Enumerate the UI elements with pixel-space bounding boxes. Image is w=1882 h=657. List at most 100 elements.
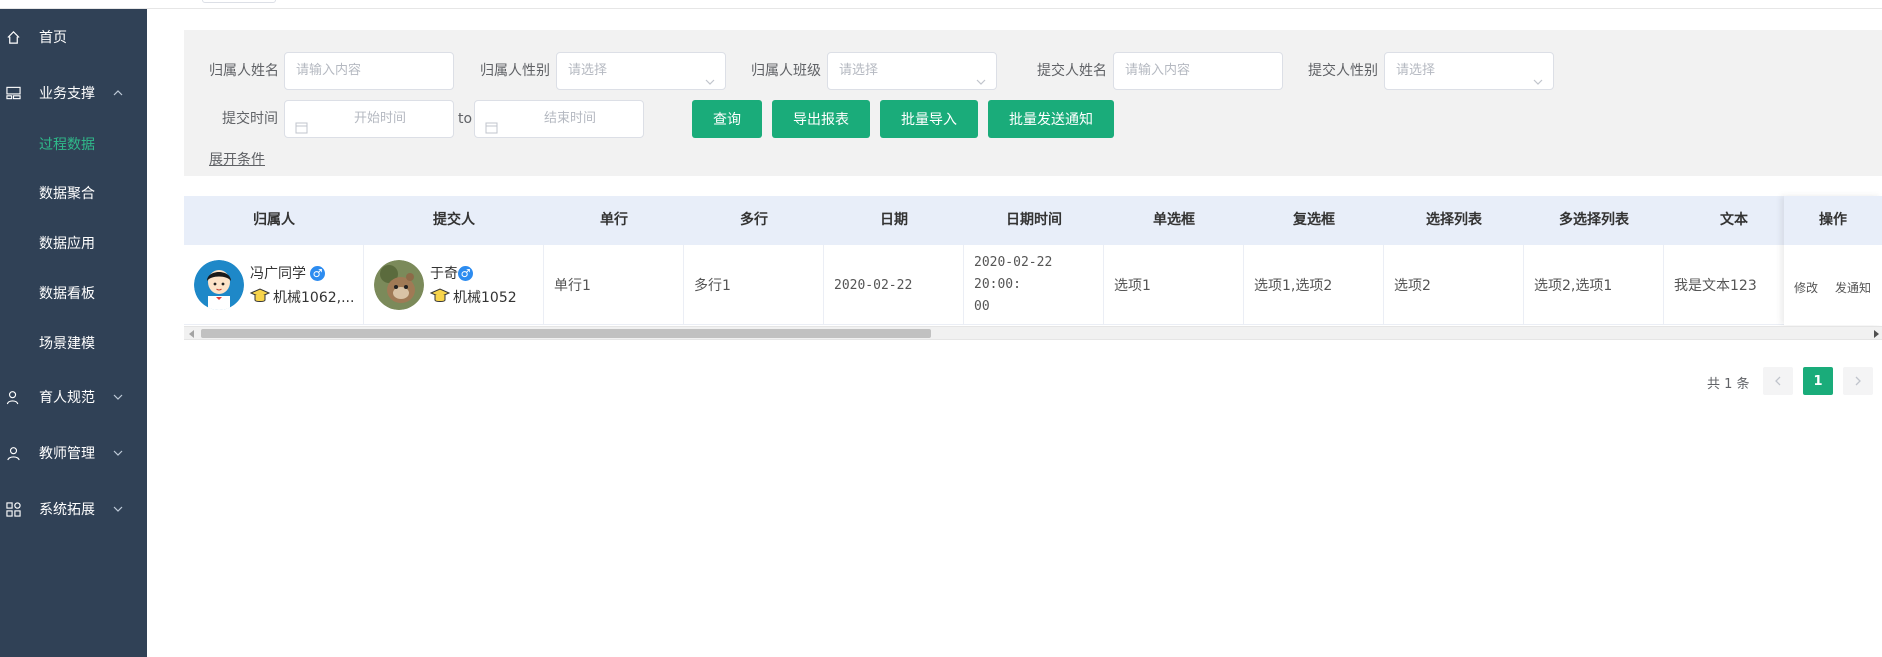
- chevron-down-icon: [113, 392, 123, 402]
- end-time-placeholder: 结束时间: [543, 111, 596, 126]
- owner-class-select[interactable]: 请选择: [827, 52, 997, 90]
- submitter-name: 于奇: [430, 266, 458, 282]
- column-header[interactable]: 多选择列表: [1524, 196, 1664, 245]
- datetime-line: 2020-02-22 20:00:: [974, 255, 1053, 292]
- column-header[interactable]: 多行: [684, 196, 824, 245]
- end-time-input[interactable]: 结束时间: [474, 100, 644, 138]
- submitter-cell: 于奇 ♂ 机械1052: [364, 245, 544, 325]
- column-header[interactable]: 复选框: [1244, 196, 1384, 245]
- column-header[interactable]: 文本: [1664, 196, 1804, 245]
- sidebar-item-label: 业务支撑: [39, 86, 95, 102]
- sidebar-item-label: 教师管理: [39, 446, 95, 462]
- to-label: to: [458, 111, 473, 127]
- male-icon: ♂: [310, 266, 325, 281]
- home-icon: [2, 30, 24, 45]
- operation-column: 操作 修改 发通知: [1784, 196, 1882, 325]
- owner-name: 冯广同学: [250, 266, 306, 282]
- owner-cell: 冯广同学 ♂ 机械1062,...: [184, 245, 364, 325]
- sidebar-item-teacher[interactable]: 教师管理: [0, 428, 147, 478]
- chevron-down-icon: [976, 66, 986, 85]
- send-notify-link[interactable]: 发通知: [1835, 279, 1871, 296]
- owner-gender-select[interactable]: 请选择: [556, 52, 726, 90]
- export-report-button[interactable]: 导出报表: [772, 100, 870, 138]
- sidebar-item-education[interactable]: 育人规范: [0, 372, 147, 422]
- cell-select: 选项2: [1384, 245, 1524, 325]
- male-icon: ♂: [458, 266, 473, 281]
- chevron-down-icon: [705, 66, 715, 85]
- top-tab-strip: [0, 0, 1882, 9]
- sidebar-subitem-process-data[interactable]: 过程数据: [0, 119, 147, 169]
- scroll-left-arrow-icon[interactable]: [189, 330, 194, 338]
- owner-gender-placeholder: 请选择: [568, 63, 608, 78]
- owner-name-input[interactable]: 请输入内容: [284, 52, 454, 90]
- scroll-right-arrow-icon[interactable]: [1874, 330, 1879, 338]
- edit-link[interactable]: 修改: [1794, 279, 1818, 296]
- table-header: 归属人 提交人 单行 多行 日期 日期时间 单选框 复选框 选择列表 多选择列表…: [184, 196, 1882, 245]
- cell-datetime: 2020-02-22 20:00: 00: [964, 245, 1104, 325]
- apps-icon: [2, 501, 24, 517]
- dashboard-icon: [2, 86, 24, 100]
- chevron-down-icon: [113, 448, 123, 458]
- horizontal-scrollbar[interactable]: [184, 326, 1882, 340]
- query-button[interactable]: 查询: [692, 100, 762, 138]
- cell-checkbox: 选项1,选项2: [1244, 245, 1384, 325]
- datetime-line: 00: [974, 299, 990, 314]
- submitter-name-label: 提交人姓名: [1037, 63, 1107, 79]
- cell-date: 2020-02-22: [824, 245, 964, 325]
- column-header[interactable]: 选择列表: [1384, 196, 1524, 245]
- sidebar-item-label: 首页: [39, 30, 67, 46]
- chevron-down-icon: [1533, 66, 1543, 85]
- sidebar-item-business[interactable]: 业务支撑: [0, 68, 147, 118]
- sidebar-item-home[interactable]: 首页: [0, 12, 147, 62]
- owner-name-label: 归属人姓名: [209, 63, 279, 79]
- column-header[interactable]: 日期时间: [964, 196, 1104, 245]
- column-header[interactable]: 归属人: [184, 196, 364, 245]
- expand-conditions-link[interactable]: 展开条件: [209, 149, 265, 169]
- batch-notify-button[interactable]: 批量发送通知: [988, 100, 1114, 138]
- sidebar-subitem-data-aggregation[interactable]: 数据聚合: [0, 168, 147, 218]
- teacher-icon: [2, 446, 24, 461]
- submitter-gender-label: 提交人性别: [1308, 63, 1378, 79]
- cell-multiselect: 选项2,选项1: [1524, 245, 1664, 325]
- submitter-gender-placeholder: 请选择: [1396, 63, 1436, 78]
- column-header[interactable]: 单选框: [1104, 196, 1244, 245]
- sidebar-subitem-scene-modeling[interactable]: 场景建模: [0, 318, 147, 368]
- batch-import-button[interactable]: 批量导入: [880, 100, 978, 138]
- sidebar-item-label: 育人规范: [39, 390, 95, 406]
- owner-class-placeholder: 请选择: [839, 63, 879, 78]
- owner-class: 机械1062,...: [273, 290, 355, 306]
- scrollbar-thumb[interactable]: [201, 329, 931, 338]
- column-header[interactable]: 提交人: [364, 196, 544, 245]
- cell-multi-line: 多行1: [684, 245, 824, 325]
- app-root: 首页 业务支撑 过程数据 数据聚合 数据应用 数据看板 场景建模 育人规范 教师…: [0, 0, 1882, 657]
- owner-class-label: 归属人班级: [751, 63, 821, 79]
- table-row[interactable]: 冯广同学 ♂ 机械1062,... 于奇 ♂ 机械1052 单行1 多行1 20…: [184, 245, 1882, 325]
- next-page-button[interactable]: [1843, 367, 1873, 395]
- chevron-up-icon: [113, 88, 123, 98]
- graduation-cap-icon: [429, 287, 451, 305]
- cell-text: 我是文本123: [1664, 245, 1804, 325]
- avatar: [374, 260, 424, 310]
- sidebar-item-label: 系统拓展: [39, 502, 95, 518]
- pagination-total: 共 1 条: [1707, 377, 1750, 392]
- filter-panel: 归属人姓名 请输入内容 归属人性别 请选择 归属人班级 请选择 提交人姓名 请输…: [184, 30, 1882, 176]
- column-header[interactable]: 单行: [544, 196, 684, 245]
- page-number-current[interactable]: 1: [1803, 367, 1833, 395]
- tab-fragment[interactable]: [202, 0, 276, 3]
- chevron-left-icon: [1775, 376, 1781, 386]
- sidebar-subitem-data-board[interactable]: 数据看板: [0, 268, 147, 318]
- chevron-right-icon: [1855, 376, 1861, 386]
- sidebar-item-system[interactable]: 系统拓展: [0, 484, 147, 534]
- prev-page-button[interactable]: [1763, 367, 1793, 395]
- owner-gender-label: 归属人性别: [480, 63, 550, 79]
- sidebar-subitem-data-application[interactable]: 数据应用: [0, 218, 147, 268]
- column-header[interactable]: 日期: [824, 196, 964, 245]
- start-time-placeholder: 开始时间: [353, 111, 406, 126]
- submitter-name-input[interactable]: 请输入内容: [1113, 52, 1283, 90]
- submitter-gender-select[interactable]: 请选择: [1384, 52, 1554, 90]
- start-time-input[interactable]: 开始时间: [284, 100, 454, 138]
- data-table: 归属人 提交人 单行 多行 日期 日期时间 单选框 复选框 选择列表 多选择列表…: [184, 196, 1882, 344]
- column-header: 操作: [1784, 196, 1882, 245]
- sidebar: 首页 业务支撑 过程数据 数据聚合 数据应用 数据看板 场景建模 育人规范 教师…: [0, 9, 147, 657]
- avatar: [194, 260, 244, 310]
